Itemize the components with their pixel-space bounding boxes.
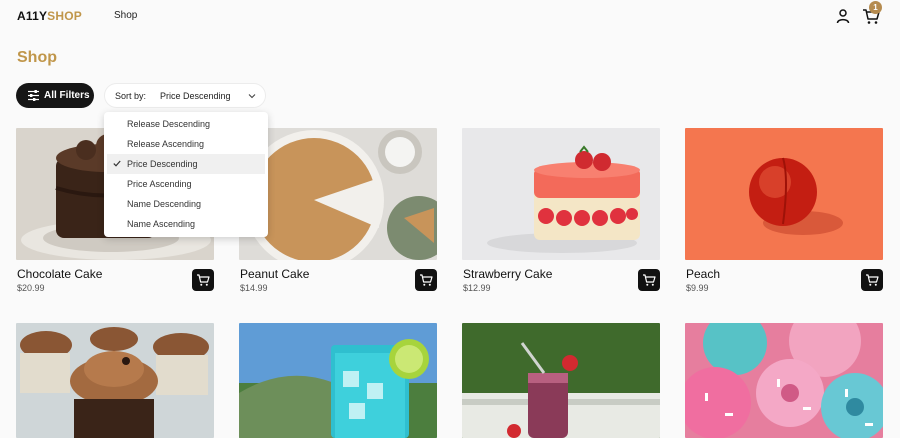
- sort-option-name-descending[interactable]: Name Descending: [107, 194, 265, 214]
- product-name[interactable]: Peanut Cake: [240, 267, 309, 281]
- add-to-cart-button[interactable]: [638, 269, 660, 291]
- sort-option-label: Release Descending: [127, 119, 211, 129]
- cart-icon: [197, 274, 210, 286]
- product-image-peanut-cake[interactable]: [239, 128, 437, 260]
- cart-icon: [643, 274, 656, 286]
- site-header: A11YSHOP Shop 1: [0, 0, 900, 32]
- cart-count-badge: 1: [869, 1, 882, 14]
- nav-link-shop[interactable]: Shop: [114, 10, 137, 21]
- product-image-smoothie[interactable]: [462, 323, 660, 438]
- sort-option-label: Price Ascending: [127, 179, 192, 189]
- chevron-down-icon: [248, 94, 256, 99]
- sort-label: Sort by:: [115, 91, 147, 101]
- user-icon: [836, 9, 850, 24]
- account-button[interactable]: [835, 8, 851, 24]
- sort-option-release-ascending[interactable]: Release Ascending: [107, 134, 265, 154]
- logo-main-text: A11Y: [17, 9, 48, 23]
- sort-option-label: Name Ascending: [127, 219, 196, 229]
- cupcakes-picture: [16, 323, 214, 438]
- product-image-strawberry-cake[interactable]: [462, 128, 660, 260]
- all-filters-label: All Filters: [44, 90, 90, 101]
- peanut-cake-picture: [239, 128, 437, 260]
- all-filters-button[interactable]: All Filters: [16, 83, 94, 108]
- sort-value: Price Descending: [160, 91, 231, 101]
- product-price: $20.99: [17, 283, 45, 293]
- product-name[interactable]: Strawberry Cake: [463, 267, 552, 281]
- donuts-picture: [685, 323, 883, 438]
- checkmark-icon: [113, 160, 121, 167]
- logo[interactable]: A11YSHOP: [17, 9, 82, 23]
- product-price: $9.99: [686, 283, 709, 293]
- product-price: $12.99: [463, 283, 491, 293]
- sort-option-price-ascending[interactable]: Price Ascending: [107, 174, 265, 194]
- peach-picture: [685, 128, 883, 260]
- sort-option-price-descending[interactable]: Price Descending: [107, 154, 265, 174]
- cart-icon: [420, 274, 433, 286]
- strawberry-cake-picture: [462, 128, 660, 260]
- sort-option-label: Price Descending: [127, 159, 198, 169]
- blue-drink-picture: [239, 323, 437, 438]
- sort-dropdown-menu: Release Descending Release Ascending Pri…: [104, 112, 268, 237]
- product-image-peach[interactable]: [685, 128, 883, 260]
- sort-select[interactable]: Sort by: Price Descending: [104, 83, 266, 108]
- sliders-icon: [28, 90, 39, 101]
- sort-option-label: Name Descending: [127, 199, 202, 209]
- smoothie-picture: [462, 323, 660, 438]
- add-to-cart-button[interactable]: [192, 269, 214, 291]
- product-name[interactable]: Chocolate Cake: [17, 267, 102, 281]
- product-name[interactable]: Peach: [686, 267, 720, 281]
- add-to-cart-button[interactable]: [861, 269, 883, 291]
- page-title: Shop: [17, 49, 57, 66]
- cart-icon: [866, 274, 879, 286]
- product-image-blue-drink[interactable]: [239, 323, 437, 438]
- sort-option-label: Release Ascending: [127, 139, 205, 149]
- sort-option-name-ascending[interactable]: Name Ascending: [107, 214, 265, 234]
- product-price: $14.99: [240, 283, 268, 293]
- sort-option-release-descending[interactable]: Release Descending: [107, 114, 265, 134]
- logo-accent-text: SHOP: [47, 9, 82, 23]
- product-image-cupcakes[interactable]: [16, 323, 214, 438]
- add-to-cart-button[interactable]: [415, 269, 437, 291]
- product-image-donuts[interactable]: [685, 323, 883, 438]
